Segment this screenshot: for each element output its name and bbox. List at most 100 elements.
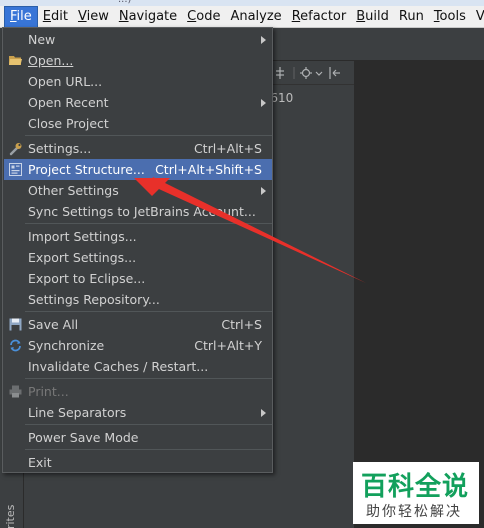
menu-item-open-url[interactable]: Open URL... [4,71,272,92]
file-menu-dropdown: New Open... Open URL... Open Recent Clos… [2,27,273,473]
menu-item-open[interactable]: Open... [4,50,272,71]
watermark-title: 百科全说 [361,472,470,502]
submenu-arrow-icon [261,36,266,44]
menu-navigate-mnemonic: N [118,8,129,24]
open-label: Open... [28,53,74,68]
menu-separator [25,449,272,450]
synchronize-icon [10,339,21,352]
submenu-arrow-icon [261,99,266,107]
close-project-label: Close Project [28,116,109,131]
printer-icon [9,385,22,398]
line-separators-label: Line Separators [28,405,127,420]
menu-edit-rest: dit [51,8,68,24]
open-recent-label: Open Recent [28,95,109,110]
menu-file-rest: ile [16,8,32,24]
menu-item-settings[interactable]: Settings... Ctrl+Alt+S [4,138,272,159]
folder-open-icon [9,56,22,65]
menu-tools-rest: ools [439,8,466,24]
favorites-tab[interactable]: avorites [4,505,17,528]
open-url-label: Open URL... [28,74,103,89]
watermark-subtitle: 助你轻松解决 [366,504,462,520]
menu-file[interactable]: File [4,6,38,27]
menu-build-rest: uild [365,8,389,24]
menu-navigate-rest: avigate [128,8,178,24]
menu-item-close-project[interactable]: Close Project [4,113,272,134]
menu-item-export-eclipse[interactable]: Export to Eclipse... [4,268,272,289]
menu-build-mnemonic: B [356,8,366,24]
project-structure-shortcut: Ctrl+Alt+Shift+S [155,162,262,177]
settings-shortcut: Ctrl+Alt+S [193,141,262,156]
menu-refactor[interactable]: Refactor [287,6,352,27]
settings-repository-label: Settings Repository... [28,292,160,307]
panel-header-icons[interactable] [274,65,352,84]
synchronize-shortcut: Ctrl+Alt+Y [194,338,262,353]
save-icon [9,318,22,331]
menu-item-project-structure[interactable]: Project Structure... Ctrl+Alt+Shift+S [4,159,272,180]
export-settings-label: Export Settings... [28,250,137,265]
menu-item-import-settings[interactable]: Import Settings... [4,226,272,247]
save-all-label: Save All [28,317,79,332]
menu-analyze[interactable]: Analyze [225,6,286,27]
menu-item-settings-repository[interactable]: Settings Repository... [4,289,272,310]
menu-code-mnemonic: C [187,8,197,24]
menu-navigate[interactable]: Navigate [114,6,182,27]
menu-view[interactable]: View [73,6,114,27]
menu-separator [25,378,272,379]
menu-refactor-mnemonic: R [291,8,301,24]
menu-run-label: Run [398,8,424,24]
menu-bar: File Edit View Navigate Code Analyze Ref… [0,6,484,28]
menu-item-line-separators[interactable]: Line Separators [4,402,272,423]
submenu-arrow-icon [261,409,266,417]
menu-build[interactable]: Build [351,6,394,27]
menu-item-sync-settings[interactable]: Sync Settings to JetBrains Account... [4,201,272,222]
panel-toolbar-icons[interactable] [274,65,352,81]
menu-separator [25,311,272,312]
project-structure-icon [9,163,22,176]
menu-run[interactable]: Run [394,6,429,27]
submenu-arrow-icon [261,187,266,195]
project-structure-label: Project Structure... [28,162,145,177]
menu-separator [25,223,272,224]
menu-vcs-label: VCS [475,8,484,24]
watermark-logo: 百科全说 助你轻松解决 [353,462,479,524]
editor-area[interactable] [354,61,484,528]
menu-item-save-all[interactable]: Save All Ctrl+S [4,314,272,335]
exit-label: Exit [28,455,52,470]
menu-item-print: Print... [4,381,272,402]
menu-view-mnemonic: V [77,8,87,24]
invalidate-caches-label: Invalidate Caches / Restart... [28,359,209,374]
menu-item-exit[interactable]: Exit [4,452,272,473]
menu-analyze-label: Analyze [230,8,282,24]
menu-separator [25,424,272,425]
print-label: Print... [28,384,69,399]
menu-item-invalidate-caches[interactable]: Invalidate Caches / Restart... [4,356,272,377]
menu-item-export-settings[interactable]: Export Settings... [4,247,272,268]
wrench-icon [9,143,22,156]
menu-edit[interactable]: Edit [38,6,73,27]
menu-view-rest: iew [86,8,109,24]
power-save-label: Power Save Mode [28,430,139,445]
menu-item-other-settings[interactable]: Other Settings [4,180,272,201]
menu-item-open-recent[interactable]: Open Recent [4,92,272,113]
menu-item-power-save-mode[interactable]: Power Save Mode [4,427,272,448]
import-settings-label: Import Settings... [28,229,137,244]
sync-settings-label: Sync Settings to JetBrains Account... [28,204,256,219]
menu-refactor-rest: efactor [300,8,347,24]
menu-edit-mnemonic: E [42,8,51,24]
other-settings-label: Other Settings [28,183,119,198]
project-panel: t0610 [258,85,354,528]
menu-separator [25,135,272,136]
settings-label: Settings... [28,141,92,156]
window-title-fragment: ...) [118,0,131,5]
menu-item-synchronize[interactable]: Synchronize Ctrl+Alt+Y [4,335,272,356]
project-panel-header [272,61,354,85]
synchronize-label: Synchronize [28,338,105,353]
menu-vcs[interactable]: VCS [471,6,484,27]
export-eclipse-label: Export to Eclipse... [28,271,146,286]
menu-item-new[interactable]: New [4,29,272,50]
menu-tools[interactable]: Tools [429,6,471,27]
menu-code[interactable]: Code [182,6,225,27]
save-all-shortcut: Ctrl+S [221,317,262,332]
new-label: New [28,32,56,47]
menu-code-rest: ode [196,8,221,24]
